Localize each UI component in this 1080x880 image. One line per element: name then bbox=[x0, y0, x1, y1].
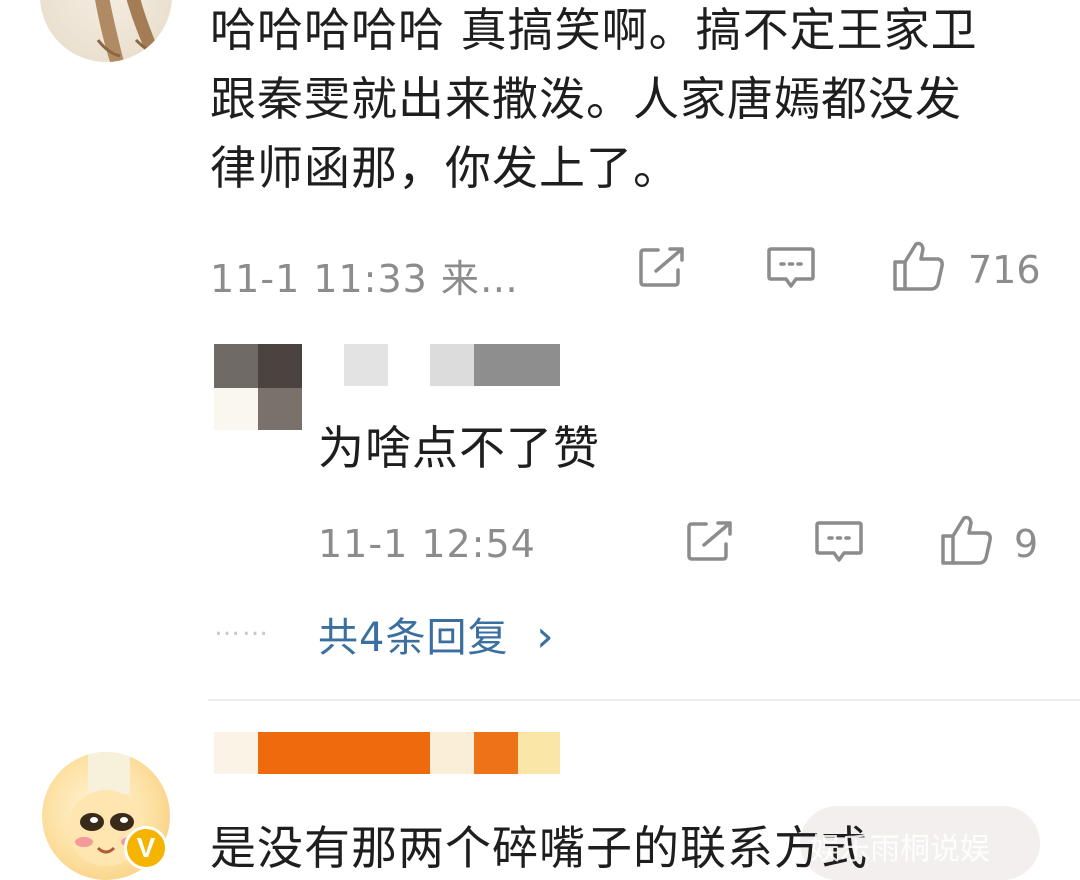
reply-username-mosaic bbox=[474, 344, 560, 386]
like-count: 9 bbox=[1014, 522, 1039, 566]
comment-timestamp: 11-1 11:33 来… bbox=[210, 257, 519, 301]
reply-text: 为啥点不了赞 bbox=[318, 421, 600, 475]
comment-text: 是没有那两个碎嘴子的联系方式 bbox=[210, 821, 868, 875]
verified-badge: V bbox=[124, 826, 168, 870]
username-mosaic bbox=[258, 732, 430, 774]
more-replies-link[interactable]: 共4条回复 › bbox=[318, 605, 555, 663]
username-mosaic bbox=[518, 732, 560, 774]
commenter-avatar[interactable] bbox=[40, 0, 172, 62]
reply-avatar-mosaic bbox=[258, 388, 302, 430]
username-mosaic bbox=[474, 732, 518, 774]
reply-username-mosaic bbox=[344, 344, 388, 386]
comment-icon[interactable] bbox=[766, 246, 816, 290]
comment-text: 哈哈哈哈哈 真搞笑啊。搞不定王家卫 跟秦雯就出来撒泼。人家唐嫣都没发 律师函那，… bbox=[210, 3, 978, 195]
reply-username-mosaic bbox=[430, 344, 474, 386]
like-count: 716 bbox=[968, 248, 1041, 292]
share-icon[interactable] bbox=[686, 520, 734, 562]
divider bbox=[208, 699, 1080, 701]
reply-avatar-mosaic bbox=[214, 388, 258, 430]
username-mosaic bbox=[214, 732, 258, 774]
watermark-text: 娱乐雨桐说娱 bbox=[810, 832, 990, 867]
reply-avatar-mosaic bbox=[214, 344, 258, 388]
avatar-photo bbox=[95, 0, 164, 62]
reply-avatar-mosaic bbox=[258, 344, 302, 388]
username-mosaic bbox=[430, 732, 474, 774]
thumbs-up-icon[interactable] bbox=[892, 240, 946, 292]
comment-icon[interactable] bbox=[814, 520, 864, 564]
share-icon[interactable] bbox=[638, 246, 686, 288]
reply-timestamp: 11-1 12:54 bbox=[318, 522, 536, 566]
reply-thread-dots: …… bbox=[214, 612, 270, 642]
more-replies-label[interactable]: 共4条回复 bbox=[318, 615, 508, 661]
thumbs-up-icon[interactable] bbox=[940, 514, 994, 566]
chevron-right-icon: › bbox=[536, 611, 555, 662]
